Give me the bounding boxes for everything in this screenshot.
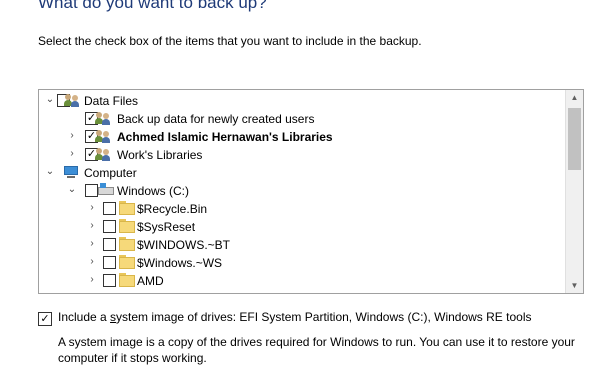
system-image-label-prefix: Include a: [58, 310, 111, 324]
folder-icon: [119, 255, 135, 269]
scroll-down-arrow-icon[interactable]: ▼: [566, 278, 583, 293]
system-image-label-suffix: ystem image of drives: EFI System Partit…: [116, 310, 532, 324]
folder-icon: [119, 273, 135, 287]
collapse-arrow-icon[interactable]: ›: [87, 238, 97, 250]
backup-items-tree[interactable]: ⌄ Data Files ✓ Back up data for newly cr…: [38, 89, 584, 294]
folder-label: $WINDOWS.~BT: [137, 238, 231, 252]
collapse-arrow-icon[interactable]: ›: [87, 256, 97, 268]
new-users-label: Back up data for newly created users: [117, 112, 315, 126]
data-files-label: Data Files: [84, 94, 139, 108]
users-icon: [95, 147, 111, 161]
tree-row-folder[interactable]: › AMD: [39, 272, 565, 290]
folder-label: AMD: [137, 274, 164, 288]
tree-row-new-users[interactable]: ✓ Back up data for newly created users: [39, 110, 565, 128]
tree-row-work-libraries[interactable]: › ✓ Work's Libraries: [39, 146, 565, 164]
collapse-arrow-icon[interactable]: ›: [87, 220, 97, 232]
system-image-checkbox[interactable]: ✓: [38, 312, 52, 326]
folder-checkbox[interactable]: [103, 220, 116, 233]
work-libraries-label: Work's Libraries: [117, 148, 203, 162]
users-icon: [95, 129, 111, 143]
folder-icon: [119, 201, 135, 215]
tree-row-folder[interactable]: › $WINDOWS.~BT: [39, 236, 565, 254]
tree-rows: ⌄ Data Files ✓ Back up data for newly cr…: [39, 90, 565, 293]
expand-arrow-icon[interactable]: ⌄: [45, 94, 55, 106]
folder-label: $Recycle.Bin: [137, 202, 208, 216]
scrollbar-thumb[interactable]: [568, 108, 581, 170]
collapse-arrow-icon[interactable]: ›: [87, 274, 97, 286]
tree-row-user-libraries[interactable]: › ✓ Achmed Islamic Hernawan's Libraries: [39, 128, 565, 146]
drive-label: Windows (C:): [117, 184, 190, 198]
scroll-up-arrow-icon[interactable]: ▲: [566, 90, 583, 105]
tree-row-folder[interactable]: › $Recycle.Bin: [39, 200, 565, 218]
folder-checkbox[interactable]: [103, 274, 116, 287]
computer-label: Computer: [84, 166, 137, 180]
tree-row-folder[interactable]: › $SysReset: [39, 218, 565, 236]
tree-row-folder[interactable]: › $Windows.~WS: [39, 254, 565, 272]
drive-checkbox[interactable]: [85, 184, 98, 197]
system-image-label[interactable]: Include a system image of drives: EFI Sy…: [58, 310, 532, 324]
tree-row-computer[interactable]: ⌄ Computer: [39, 164, 565, 182]
folder-checkbox[interactable]: [103, 238, 116, 251]
computer-icon: [63, 165, 79, 179]
folder-icon: [119, 237, 135, 251]
tree-scrollbar[interactable]: ▲ ▼: [565, 90, 583, 293]
folder-checkbox[interactable]: [103, 256, 116, 269]
users-icon: [95, 111, 111, 125]
system-image-description: A system image is a copy of the drives r…: [58, 335, 575, 365]
collapse-arrow-icon[interactable]: ›: [67, 130, 77, 142]
tree-row-data-files[interactable]: ⌄ Data Files: [39, 92, 565, 110]
expand-arrow-icon[interactable]: ⌄: [45, 166, 55, 178]
users-icon: [64, 93, 80, 107]
collapse-arrow-icon[interactable]: ›: [87, 202, 97, 214]
instructions-text: Select the check box of the items that y…: [38, 34, 422, 48]
folder-label: $Windows.~WS: [137, 256, 223, 270]
drive-icon: [98, 183, 114, 197]
user-libraries-label: Achmed Islamic Hernawan's Libraries: [117, 130, 333, 144]
folder-label: $SysReset: [137, 220, 196, 234]
collapse-arrow-icon[interactable]: ›: [67, 148, 77, 160]
folder-checkbox[interactable]: [103, 202, 116, 215]
folder-icon: [119, 219, 135, 233]
page-title: What do you want to back up?: [38, 0, 267, 12]
expand-arrow-icon[interactable]: ⌄: [67, 184, 77, 196]
tree-row-drive[interactable]: ⌄ Windows (C:): [39, 182, 565, 200]
